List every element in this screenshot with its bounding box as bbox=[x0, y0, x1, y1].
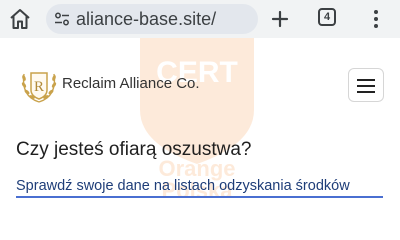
hamburger-menu-button[interactable] bbox=[348, 68, 384, 102]
browser-toolbar: aliance-base.site/ 4 bbox=[0, 0, 400, 38]
logo-letter: R bbox=[34, 79, 44, 95]
brand-name[interactable]: Reclaim Alliance Co. bbox=[62, 75, 200, 92]
home-icon[interactable] bbox=[8, 7, 32, 31]
check-data-link[interactable]: Sprawdź swoje dane na listach odzyskania… bbox=[16, 178, 350, 194]
url-text[interactable]: aliance-base.site/ bbox=[76, 9, 216, 30]
more-vert-icon[interactable] bbox=[370, 7, 382, 31]
page-heading: Czy jesteś ofiarą oszustwa? bbox=[16, 139, 252, 160]
tab-switcher-button[interactable]: 4 bbox=[318, 8, 336, 26]
site-settings-icon[interactable] bbox=[54, 11, 70, 27]
reclaim-alliance-logo[interactable]: R bbox=[18, 64, 60, 106]
plus-icon[interactable] bbox=[268, 7, 292, 31]
link-underline bbox=[16, 196, 383, 198]
address-bar[interactable]: aliance-base.site/ bbox=[46, 4, 258, 34]
cert-orange-polska-watermark: CERT Orange Polska bbox=[140, 38, 254, 200]
web-page: CERT Orange Polska R Reclaim Alliance Co… bbox=[0, 38, 400, 200]
